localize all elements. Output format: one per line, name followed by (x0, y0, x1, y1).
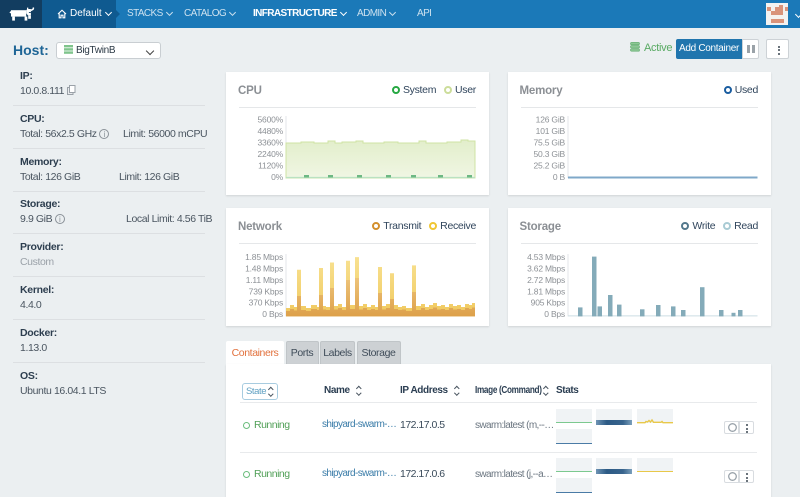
svg-text:0%: 0% (271, 172, 284, 182)
svg-text:2240%: 2240% (258, 149, 284, 159)
svg-text:1.11 Mbps: 1.11 Mbps (246, 274, 283, 284)
svg-text:0 Bps: 0 Bps (262, 309, 283, 319)
svg-text:3.62 Mbps: 3.62 Mbps (527, 263, 565, 273)
svg-text:905 Kbps: 905 Kbps (530, 297, 564, 307)
svg-text:75.5 GiB: 75.5 GiB (533, 138, 565, 148)
svg-text:1.85 Mbps: 1.85 Mbps (245, 252, 283, 262)
svg-text:4480%: 4480% (258, 126, 284, 136)
svg-text:0 Bps: 0 Bps (544, 309, 565, 319)
svg-text:1120%: 1120% (258, 161, 283, 171)
svg-text:101 GiB: 101 GiB (535, 126, 565, 136)
svg-text:1.48 Mbps: 1.48 Mbps (245, 263, 283, 273)
svg-text:2.72 Mbps: 2.72 Mbps (527, 274, 565, 284)
svg-text:739 Kbps: 739 Kbps (249, 286, 283, 296)
svg-text:1.81 Mbps: 1.81 Mbps (527, 286, 565, 296)
svg-text:4.53 Mbps: 4.53 Mbps (527, 252, 565, 262)
svg-text:5600%: 5600% (258, 114, 284, 124)
svg-text:3360%: 3360% (258, 138, 284, 148)
svg-text:0 B: 0 B (552, 172, 565, 182)
svg-text:126 GiB: 126 GiB (535, 114, 565, 124)
svg-text:50.3 GiB: 50.3 GiB (533, 149, 565, 159)
svg-text:370 Kbps: 370 Kbps (249, 297, 283, 307)
svg-text:25.2 GiB: 25.2 GiB (533, 161, 565, 171)
